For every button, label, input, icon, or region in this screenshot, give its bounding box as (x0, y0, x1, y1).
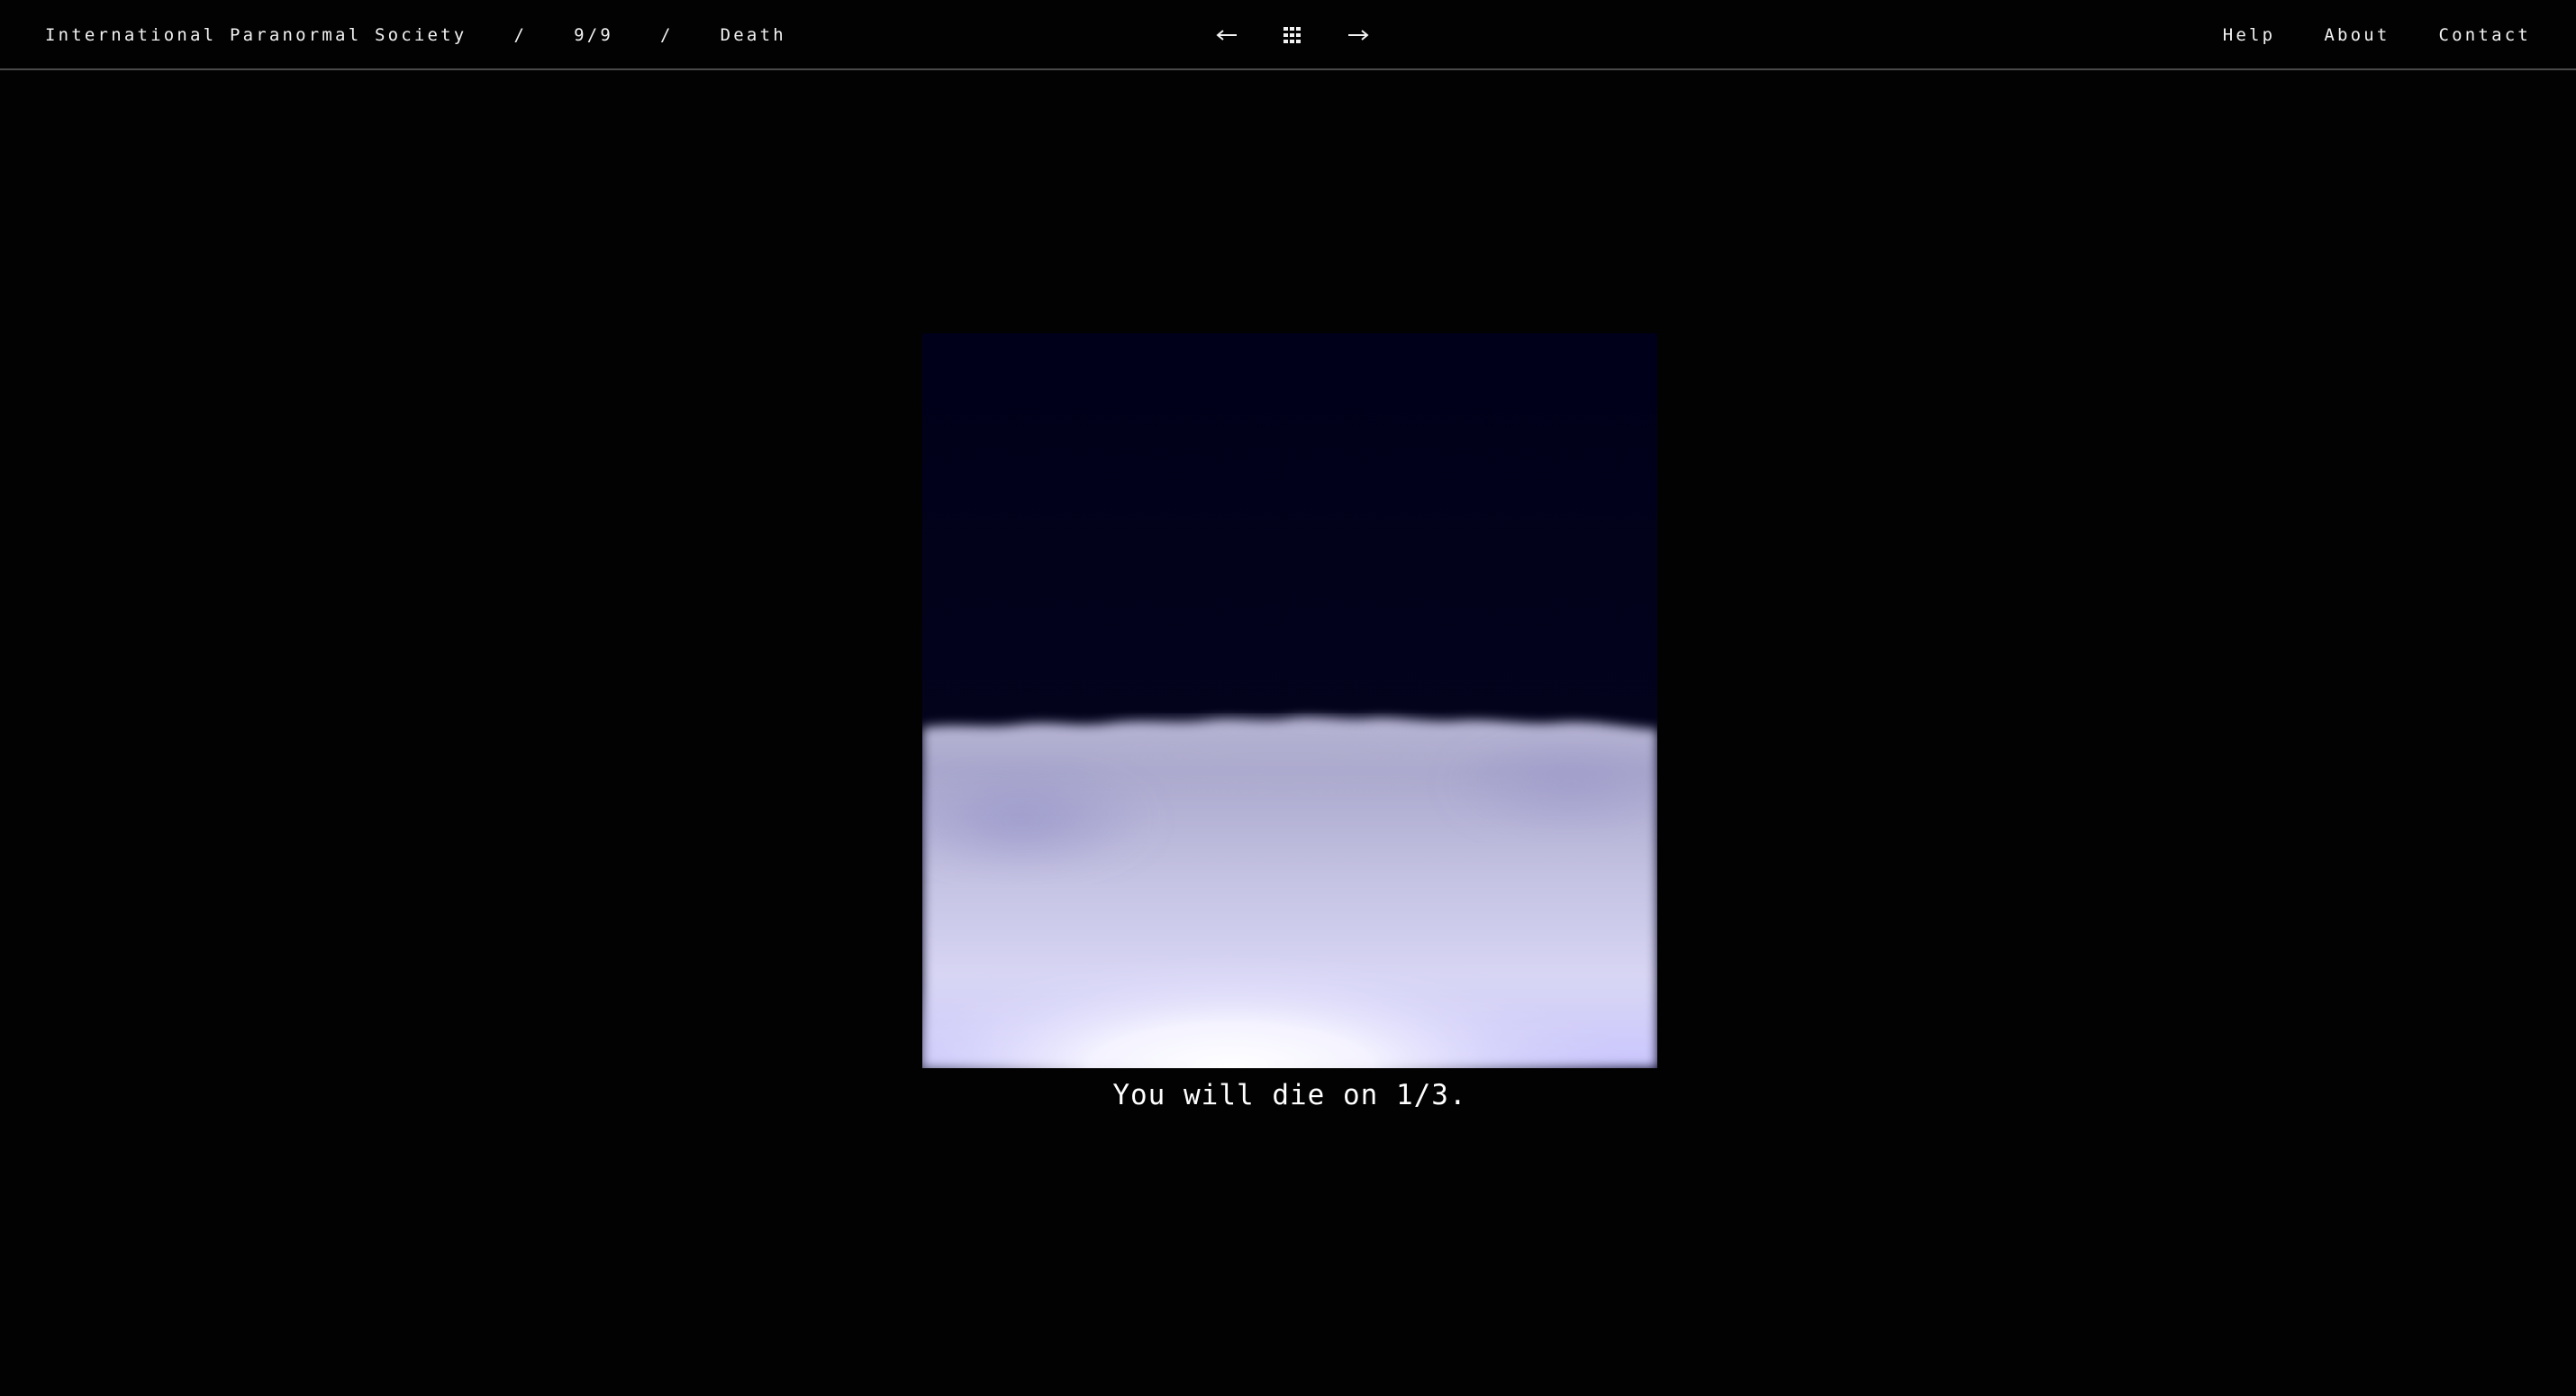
breadcrumb-separator: / (513, 25, 528, 45)
header-links: Help About Contact (2174, 0, 2531, 70)
arrow-right-icon (1348, 30, 1369, 41)
pager-nav (1207, 0, 1378, 70)
fortune-caption: You will die on 1/3. (1112, 1079, 1467, 1111)
cloud-landscape-image (922, 333, 1657, 1068)
grid-icon (1283, 27, 1301, 43)
breadcrumb-separator: / (660, 25, 674, 45)
cloud-landscape-render (922, 333, 1657, 1068)
next-button[interactable] (1338, 15, 1378, 55)
previous-button[interactable] (1207, 15, 1247, 55)
arrow-left-icon (1216, 30, 1237, 41)
breadcrumb: International Paranormal Society / 9/9 /… (45, 0, 786, 70)
site-name-link[interactable]: International Paranormal Society (45, 25, 467, 45)
grid-view-button[interactable] (1273, 15, 1312, 55)
top-bar: International Paranormal Society / 9/9 /… (0, 0, 2576, 70)
page-counter: 9/9 (574, 25, 614, 45)
page-title: Death (720, 25, 786, 45)
contact-link[interactable]: Contact (2439, 25, 2531, 45)
help-link[interactable]: Help (2223, 25, 2276, 45)
about-link[interactable]: About (2324, 25, 2390, 45)
